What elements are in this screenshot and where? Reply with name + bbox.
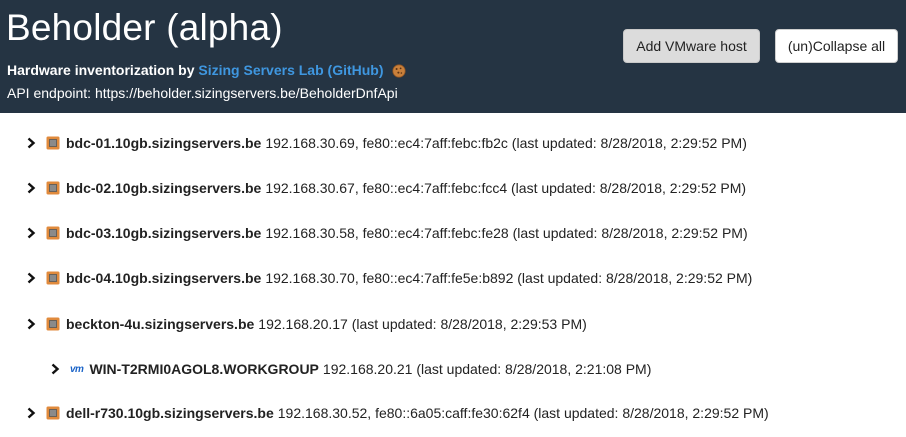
host-row[interactable]: bdc-02.10gb.sizingservers.be 192.168.30.… [26, 177, 746, 199]
server-icon [46, 271, 60, 285]
server-icon [46, 136, 60, 150]
host-details: 192.168.20.17 (last updated: 8/28/2018, … [258, 316, 587, 332]
server-icon [46, 406, 60, 420]
host-name: bdc-01.10gb.sizingservers.be [66, 135, 262, 151]
host-details: 192.168.30.52, fe80::6a05:caff:fe30:62f4… [277, 405, 769, 421]
app-header: Beholder (alpha) Hardware inventorizatio… [0, 0, 906, 113]
host-details: 192.168.30.58, fe80::ec4:7aff:febc:fe28 … [265, 225, 748, 241]
chevron-right-icon[interactable] [26, 136, 38, 150]
host-details: 192.168.30.70, fe80::ec4:7aff:fe5e:b892 … [265, 270, 753, 286]
sizing-servers-lab-link[interactable]: Sizing Servers Lab (GitHub) [198, 62, 383, 78]
collapse-all-button[interactable]: (un)Collapse all [775, 29, 898, 63]
vm-row[interactable]: vm WIN-T2RMI0AGOL8.WORKGROUP 192.168.20.… [50, 358, 651, 380]
api-endpoint-url: https://beholder.sizingservers.be/Behold… [94, 85, 398, 101]
host-row[interactable]: bdc-04.10gb.sizingservers.be 192.168.30.… [26, 267, 752, 289]
host-row[interactable]: beckton-4u.sizingservers.be 192.168.20.1… [26, 313, 587, 335]
api-endpoint: API endpoint: https://beholder.sizingser… [7, 84, 398, 102]
subtitle-text: Hardware inventorization by [7, 62, 195, 78]
host-details: 192.168.30.69, fe80::ec4:7aff:febc:fb2c … [265, 135, 747, 151]
app-title: Beholder (alpha) [6, 7, 283, 48]
chevron-right-icon[interactable] [26, 406, 38, 420]
vm-details: 192.168.20.21 (last updated: 8/28/2018, … [322, 361, 652, 377]
chevron-right-icon[interactable] [26, 181, 38, 195]
host-name: bdc-04.10gb.sizingservers.be [66, 270, 262, 286]
server-icon [46, 181, 60, 195]
host-name: bdc-02.10gb.sizingservers.be [66, 180, 262, 196]
server-icon [46, 317, 60, 331]
cookie-icon [392, 64, 407, 82]
vm-name: WIN-T2RMI0AGOL8.WORKGROUP [89, 361, 319, 377]
host-name: dell-r730.10gb.sizingservers.be [66, 405, 274, 421]
host-details: 192.168.30.67, fe80::ec4:7aff:febc:fcc4 … [265, 180, 747, 196]
vm-icon: vm [70, 363, 84, 375]
server-icon [46, 226, 60, 240]
chevron-right-icon[interactable] [26, 271, 38, 285]
host-name: beckton-4u.sizingservers.be [66, 316, 255, 332]
host-row[interactable]: bdc-01.10gb.sizingservers.be 192.168.30.… [26, 132, 747, 154]
add-vmware-host-button[interactable]: Add VMware host [623, 29, 760, 63]
host-row[interactable]: dell-r730.10gb.sizingservers.be 192.168.… [26, 402, 769, 424]
chevron-right-icon[interactable] [26, 317, 38, 331]
host-row[interactable]: bdc-03.10gb.sizingservers.be 192.168.30.… [26, 222, 748, 244]
chevron-right-icon[interactable] [26, 226, 38, 240]
chevron-right-icon[interactable] [50, 362, 62, 376]
subtitle: Hardware inventorization by Sizing Serve… [7, 61, 407, 82]
host-name: bdc-03.10gb.sizingservers.be [66, 225, 262, 241]
api-endpoint-label: API endpoint: [7, 85, 92, 101]
